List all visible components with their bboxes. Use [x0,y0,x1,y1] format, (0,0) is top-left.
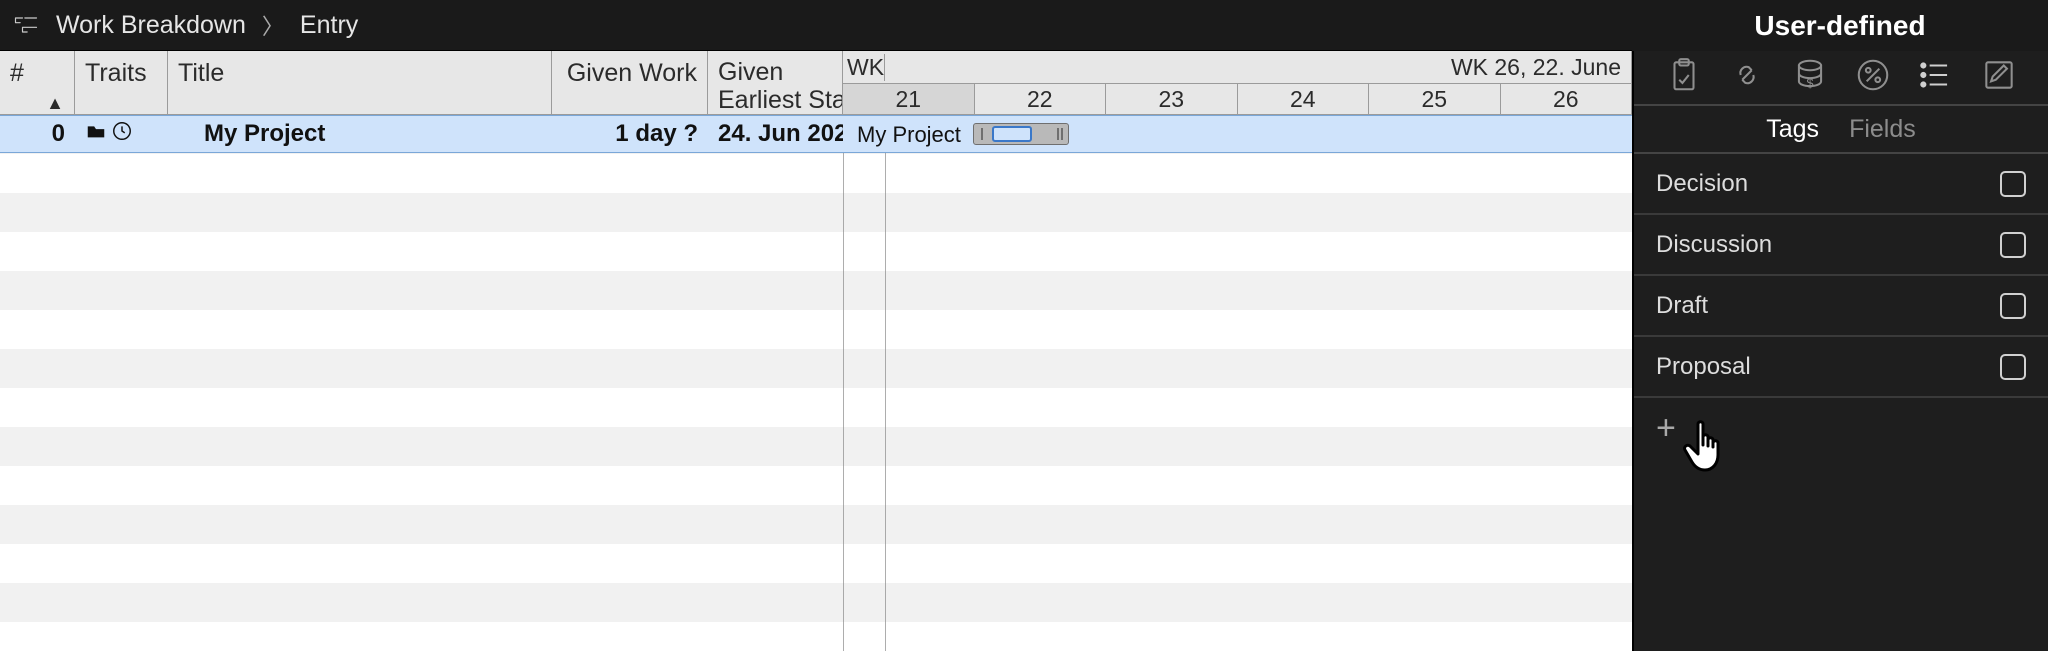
day-header[interactable]: 24 [1238,84,1370,114]
percent-icon[interactable] [1854,56,1892,99]
cursor-hand-icon [1678,410,1742,474]
week-25-header: WK [843,54,885,81]
tag-checkbox[interactable] [2000,171,2026,197]
row-gantt[interactable]: My Project [843,116,1632,152]
column-header-given-start[interactable]: Given Earliest Star [708,51,843,114]
inspector-tabs: Tags Fields [1634,106,2048,154]
clock-icon [111,120,133,149]
finance-icon[interactable]: $ [1791,56,1829,99]
tab-tags[interactable]: Tags [1766,115,1819,144]
svg-text:$: $ [1806,77,1813,91]
column-header-number[interactable]: #▲ [0,51,75,114]
tab-fields[interactable]: Fields [1849,115,1916,144]
hierarchy-icon [12,11,40,39]
tag-row-proposal[interactable]: Proposal [1634,337,2048,398]
note-icon[interactable] [1980,56,2018,99]
tag-checkbox[interactable] [2000,354,2026,380]
row-number: 0 [0,120,75,148]
tag-label: Decision [1656,170,2000,198]
inspector-list: Decision Discussion Draft Proposal + [1634,154,2048,651]
tag-label: Draft [1656,292,2000,320]
tag-row-discussion[interactable]: Discussion [1634,215,2048,276]
column-headers: #▲ Traits Title Given Work Given Earlies… [0,51,1632,115]
week-26-header: WK 26, 22. June [885,54,1631,81]
list-icon[interactable] [1917,56,1955,99]
clipboard-icon[interactable] [1665,56,1703,99]
tag-row-draft[interactable]: Draft [1634,276,2048,337]
inspector-panel: $ Tags Fields Decision Discussion Draft [1632,51,2048,651]
tag-label: Proposal [1656,353,2000,381]
row-title[interactable]: My Project [168,120,552,148]
plus-icon: + [1656,409,1676,448]
day-header[interactable]: 21 [843,84,975,114]
add-tag-button[interactable]: + [1634,398,2048,458]
outline-pane: #▲ Traits Title Given Work Given Earlies… [0,51,1632,651]
day-header[interactable]: 25 [1369,84,1501,114]
breadcrumb-current[interactable]: Entry [300,11,358,40]
column-header-given-work[interactable]: Given Work [552,51,708,114]
tag-label: Discussion [1656,231,2000,259]
inspector-title: User-defined [1632,0,2048,51]
column-header-traits[interactable]: Traits [75,51,168,114]
chevron-right-icon: 〉 [262,9,284,41]
top-toolbar: Work Breakdown 〉 Entry User-defined [0,0,2048,51]
row-given-work[interactable]: 1 day ? [552,120,708,148]
link-icon[interactable] [1728,56,1766,99]
inspector-toolbar: $ [1634,51,2048,106]
row-traits [75,120,168,149]
outline-row-project[interactable]: 0 My Project 1 day ? 24. Jun 2020 My Pro… [0,115,1632,153]
tag-checkbox[interactable] [2000,293,2026,319]
tag-row-decision[interactable]: Decision [1634,154,2048,215]
row-given-start[interactable]: 24. Jun 2020 [708,120,843,148]
tag-checkbox[interactable] [2000,232,2026,258]
gantt-bar[interactable] [973,123,1069,145]
day-header[interactable]: 23 [1106,84,1238,114]
outline-rows[interactable]: 0 My Project 1 day ? 24. Jun 2020 My Pro… [0,115,1632,651]
folder-icon [85,120,107,149]
gantt-bar-label: My Project [857,122,961,148]
gantt-timeline-header[interactable]: WK WK 26, 22. June 21 22 23 24 25 26 [843,51,1632,114]
breadcrumb-root[interactable]: Work Breakdown [56,11,246,40]
column-header-title[interactable]: Title [168,51,552,114]
day-header[interactable]: 26 [1501,84,1632,114]
day-header[interactable]: 22 [975,84,1107,114]
